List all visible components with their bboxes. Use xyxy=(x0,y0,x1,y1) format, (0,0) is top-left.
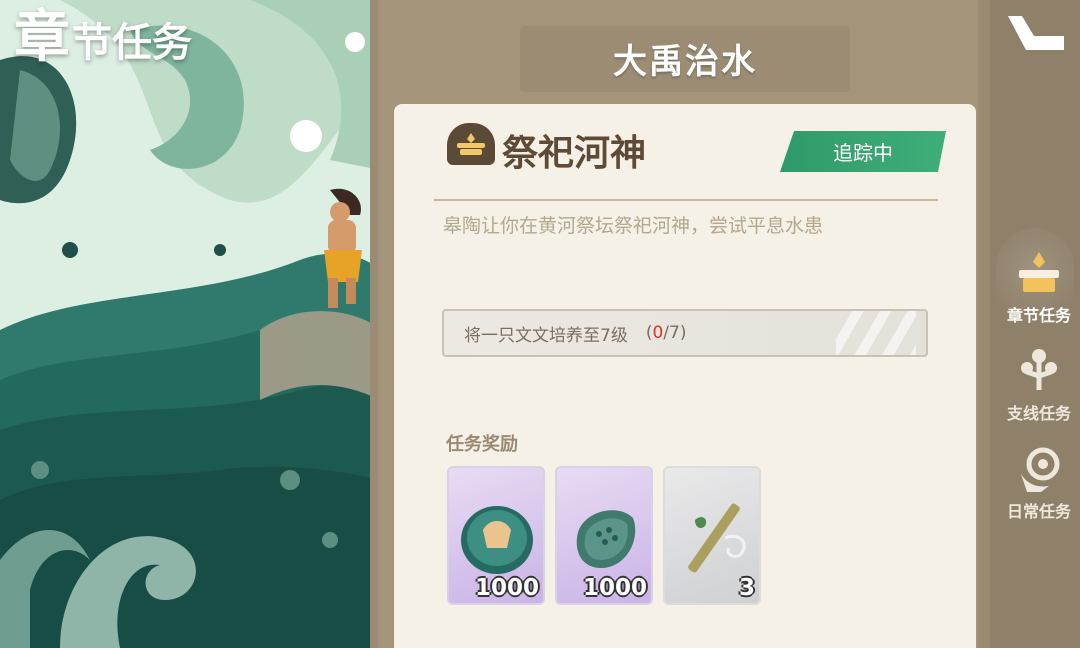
nav-chapter-quests[interactable]: 章节任务 xyxy=(1000,248,1078,326)
nav-side-quests[interactable]: 支线任务 xyxy=(1000,346,1078,424)
nav-label: 日常任务 xyxy=(1006,502,1071,521)
objective-progress-total: /7) xyxy=(663,323,687,343)
reward-item[interactable]: 3 xyxy=(663,466,761,605)
objective-text: 将一只文文培养至7级 xyxy=(464,325,628,346)
branch-icon xyxy=(1021,349,1057,390)
rewards-title: 任务奖励 xyxy=(446,434,518,455)
altar-icon xyxy=(1019,252,1059,292)
quest-name: 祭祀河神 xyxy=(502,133,647,174)
objective-decoration xyxy=(836,311,916,355)
quest-description: 皋陶让你在黄河祭坛祭祀河神，尝试平息水患 xyxy=(443,215,824,237)
reward-count: 3 xyxy=(738,575,755,601)
back-arrow-icon xyxy=(1008,16,1064,50)
chapter-title: 大禹治水 xyxy=(613,42,757,82)
wave-artwork xyxy=(0,0,380,648)
objective-progress-current: 0 xyxy=(652,323,664,343)
page-title-initial: 章 xyxy=(14,5,70,70)
chapter-illustration: 章 节任务 xyxy=(0,0,380,648)
objective-progress-open: ( xyxy=(645,323,653,343)
nav-label: 支线任务 xyxy=(1006,404,1071,423)
bird-icon xyxy=(1021,447,1060,492)
page-title-rest: 节任务 xyxy=(72,20,192,66)
nav-daily-quests[interactable]: 日常任务 xyxy=(1000,444,1078,522)
quest-icon xyxy=(447,123,495,165)
nav-label: 章节任务 xyxy=(1006,306,1071,325)
page-title: 章 节任务 xyxy=(14,8,192,68)
reward-count: 1000 xyxy=(474,575,539,601)
back-button[interactable] xyxy=(1004,10,1068,56)
reward-count: 1000 xyxy=(582,575,647,601)
tracking-badge[interactable]: 追踪中 xyxy=(780,131,946,172)
divider xyxy=(434,199,938,201)
reward-item[interactable]: 1000 xyxy=(555,466,653,605)
reward-item[interactable]: 1000 xyxy=(447,466,545,605)
quest-objective: 将一只文文培养至7级 ( 0 /7) xyxy=(442,309,928,357)
